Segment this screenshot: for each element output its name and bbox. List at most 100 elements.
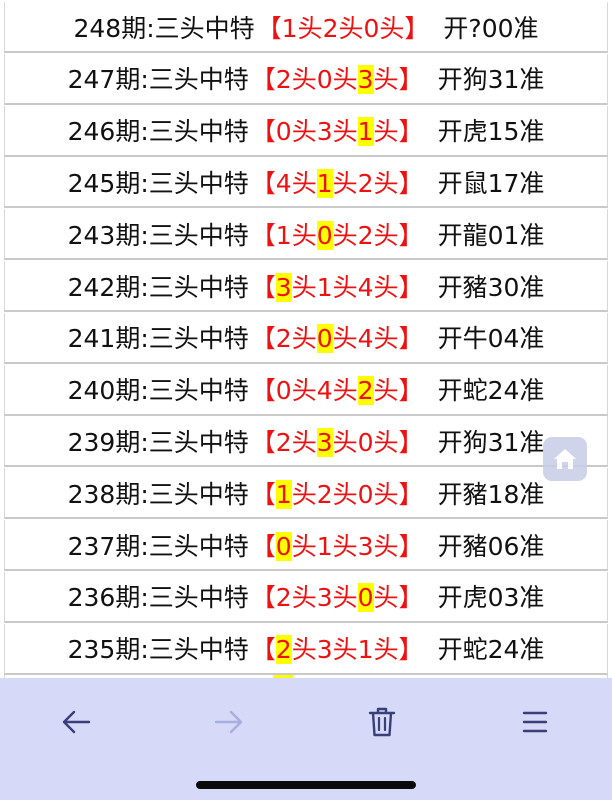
list-row: 247期:三头中特 【2头0头3头】 开狗31准: [4, 53, 608, 105]
close-bracket: 】: [398, 583, 424, 613]
pick-digit: 2: [275, 583, 292, 613]
head-label: 头: [332, 324, 358, 354]
pick-number: 1: [316, 168, 333, 198]
pick-number: 1: [357, 117, 374, 147]
close-bracket: 】: [398, 272, 424, 302]
pick-digit: 0: [275, 376, 292, 406]
pick-digit: 0: [275, 531, 292, 561]
close-bracket: 】: [398, 220, 424, 250]
pick-number: 1: [317, 532, 333, 561]
pick-number: 3: [317, 583, 333, 612]
list-row: 238期:三头中特 【1头2头0头】 开豬18准: [4, 468, 608, 520]
pick-number: 0: [316, 324, 333, 354]
list-row: 245期:三头中特 【4头1头2头】 开鼠17准: [4, 157, 608, 209]
back-button[interactable]: [46, 698, 106, 746]
result-label: 开虎15准: [437, 117, 545, 147]
head-label: 头: [332, 117, 358, 147]
head-label: 头: [297, 13, 323, 43]
result-label: 开?00准: [443, 13, 539, 43]
close-bracket: 】: [398, 427, 424, 457]
pick-digit: 2: [357, 168, 374, 198]
result-label: 开蛇24准: [437, 635, 545, 665]
pick-number: 0: [358, 428, 374, 457]
open-bracket: 【: [250, 427, 276, 457]
period-label: 239期:三头中特: [67, 427, 249, 457]
pick-digit: 2: [275, 635, 292, 665]
pick-digit: 1: [316, 272, 333, 302]
pick-number: 3: [316, 427, 333, 457]
list-row: 237期:三头中特 【0头1头3头】 开豬06准: [4, 520, 608, 571]
browser-toolbar: [0, 678, 612, 800]
prediction: 【3头1头4头】: [251, 268, 424, 304]
pick-digit: 1: [275, 220, 292, 250]
head-label: 头: [373, 376, 399, 406]
list-row: 243期:三头中特 【1头0头2头】 开龍01准: [4, 209, 608, 261]
pick-number: 2: [323, 14, 339, 43]
list-row: 235期:三头中特 【2头3头1头】 开蛇24准: [4, 623, 608, 675]
head-label: 头: [332, 583, 358, 613]
close-bracket: 】: [398, 117, 424, 147]
pick-number: 4: [358, 273, 374, 302]
close-bracket: 】: [398, 376, 424, 406]
prediction: 【0头1头3头】: [251, 527, 424, 563]
pick-digit: 0: [357, 479, 374, 509]
head-label: 头: [332, 272, 358, 302]
list-row: 240期:三头中特 【0头4头2头】 开蛇24准: [4, 364, 608, 416]
pick-digit: 1: [357, 117, 374, 147]
pick-digit: 2: [275, 427, 292, 457]
forward-button[interactable]: [199, 698, 259, 746]
delete-button[interactable]: [352, 698, 412, 746]
pick-number: 0: [363, 14, 379, 43]
prediction: 【1头2头0头】: [251, 475, 424, 511]
head-label: 头: [291, 635, 317, 665]
period-label: 248期:三头中特: [73, 13, 255, 43]
result-label: 开虎03准: [437, 583, 545, 613]
pick-digit: 2: [322, 13, 339, 43]
open-bracket: 【: [250, 65, 276, 95]
head-label: 头: [291, 220, 317, 250]
pick-number: 1: [282, 14, 298, 43]
menu-button[interactable]: [505, 698, 565, 746]
pick-digit: 3: [316, 583, 333, 613]
period-label: 245期:三头中特: [67, 168, 249, 198]
head-label: 头: [332, 635, 358, 665]
period-label: 237期:三头中特: [67, 531, 249, 561]
result-label: 开豬30准: [437, 272, 545, 302]
list-row: 248期:三头中特 【1头2头0头】 开?00准: [4, 2, 608, 53]
pick-digit: 0: [316, 324, 333, 354]
pick-number: 0: [275, 531, 292, 561]
head-label: 头: [291, 583, 317, 613]
home-button[interactable]: [543, 437, 587, 481]
head-label: 头: [332, 168, 358, 198]
pick-digit: 0: [357, 427, 374, 457]
prediction: 【2头3头0头】: [251, 423, 424, 459]
pick-number: 3: [358, 532, 374, 561]
period-label: 238期:三头中特: [67, 479, 249, 509]
list-row: 242期:三头中特 【3头1头4头】 开豬30准: [4, 261, 608, 312]
period-label: 242期:三头中特: [67, 272, 249, 302]
pick-number: 3: [275, 272, 292, 302]
prediction: 【2头3头1头】: [251, 630, 424, 666]
pick-number: 1: [317, 273, 333, 302]
pick-digit: 2: [316, 479, 333, 509]
period-label: 243期:三头中特: [67, 220, 249, 250]
pick-number: 3: [317, 635, 333, 664]
pick-digit: 3: [357, 65, 374, 95]
pick-digit: 2: [275, 324, 292, 354]
prediction: 【1头0头2头】: [251, 216, 424, 252]
head-label: 头: [332, 220, 358, 250]
pick-digit: 4: [357, 324, 374, 354]
arrow-left-icon: [62, 710, 91, 734]
pick-number: 1: [358, 635, 374, 664]
prediction: 【1头2头0头】: [257, 9, 430, 45]
result-label: 开狗31准: [437, 427, 545, 457]
head-label: 头: [332, 479, 358, 509]
pick-number: 2: [276, 65, 292, 94]
pick-number: 1: [275, 479, 292, 509]
result-label: 开豬06准: [437, 531, 545, 561]
list-row: 236期:三头中特 【2头3头0头】 开虎03准: [4, 571, 608, 623]
result-label: 开鼠17准: [437, 168, 545, 198]
close-bracket: 】: [398, 479, 424, 509]
head-label: 头: [373, 220, 399, 250]
pick-digit: 3: [316, 427, 333, 457]
